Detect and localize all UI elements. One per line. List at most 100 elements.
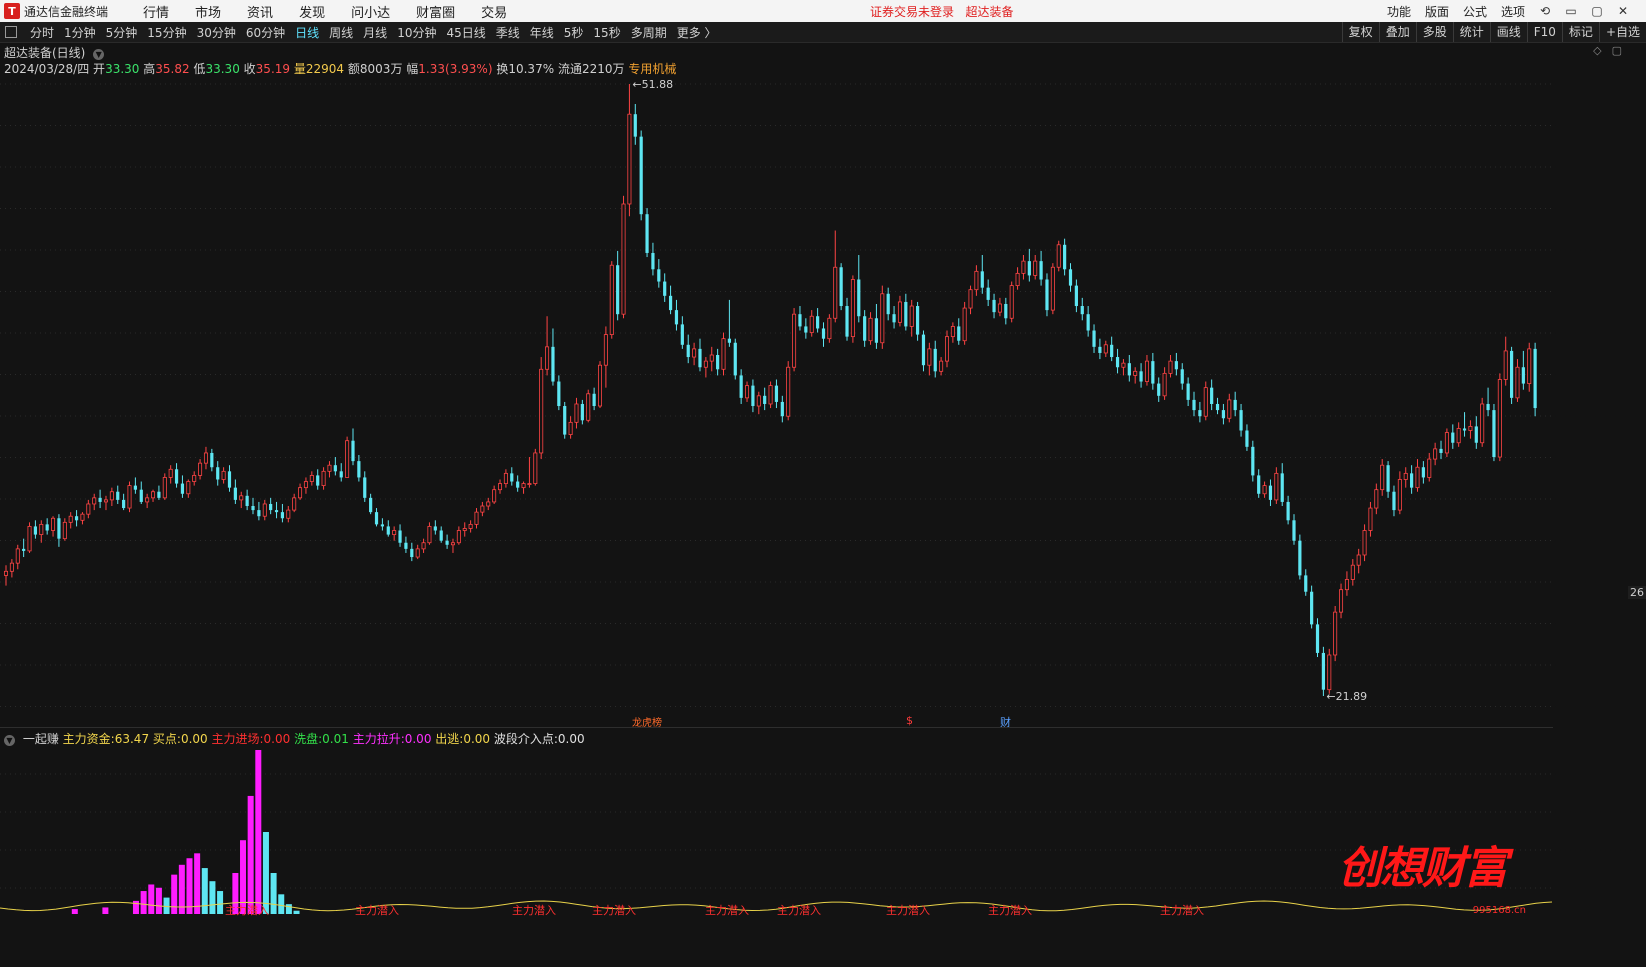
- candle[interactable]: [1245, 424, 1249, 451]
- candle[interactable]: [1274, 467, 1279, 504]
- candle[interactable]: [639, 130, 643, 221]
- candle[interactable]: [1139, 363, 1143, 388]
- period-yearly[interactable]: 年线: [525, 24, 559, 41]
- candle[interactable]: [663, 273, 667, 302]
- candle[interactable]: [703, 357, 708, 378]
- candle[interactable]: [1527, 342, 1532, 392]
- candle[interactable]: [521, 481, 526, 494]
- candle[interactable]: [198, 459, 203, 480]
- candle[interactable]: [74, 510, 79, 527]
- candle[interactable]: [845, 297, 849, 341]
- candle[interactable]: [516, 475, 520, 492]
- candle[interactable]: [1063, 238, 1067, 276]
- period-30min[interactable]: 30分钟: [192, 24, 241, 41]
- candle[interactable]: [4, 565, 9, 586]
- diamond-icon[interactable]: ◇: [1593, 44, 1611, 57]
- candle[interactable]: [616, 250, 620, 321]
- candle[interactable]: [510, 467, 514, 486]
- candle[interactable]: [827, 314, 832, 343]
- candle[interactable]: [498, 479, 503, 494]
- period-15sec[interactable]: 15秒: [588, 24, 625, 41]
- candle[interactable]: [1198, 401, 1202, 423]
- candle[interactable]: [433, 520, 437, 535]
- candle[interactable]: [1298, 534, 1302, 580]
- candle[interactable]: [557, 375, 561, 411]
- period-1min[interactable]: 1分钟: [59, 24, 101, 41]
- candle[interactable]: [374, 508, 379, 527]
- candle[interactable]: [692, 342, 697, 366]
- candle[interactable]: [786, 361, 791, 421]
- candle[interactable]: [1486, 387, 1490, 417]
- menu-faxian[interactable]: 发现: [286, 2, 338, 21]
- candle[interactable]: [98, 489, 102, 509]
- candle[interactable]: [309, 471, 314, 486]
- candle[interactable]: [997, 297, 1002, 317]
- candle[interactable]: [168, 465, 173, 484]
- candle[interactable]: [51, 516, 56, 537]
- candle[interactable]: [92, 493, 97, 511]
- candle[interactable]: [203, 446, 208, 470]
- candle[interactable]: [680, 316, 684, 349]
- candle[interactable]: [716, 348, 720, 376]
- candle[interactable]: [486, 497, 491, 511]
- candle[interactable]: [598, 361, 603, 409]
- candle[interactable]: [122, 493, 126, 511]
- menu-zixun[interactable]: 资讯: [234, 2, 286, 21]
- period-monthly[interactable]: 月线: [358, 24, 392, 41]
- candle[interactable]: [157, 485, 161, 500]
- candle[interactable]: [1444, 428, 1449, 458]
- candle[interactable]: [745, 381, 750, 402]
- indicator-chart[interactable]: 主力潜入 主力潜入 主力潜入 主力潜入 主力潜入 主力潜入 主力潜入 主力潜入 主力潜入: [0, 746, 1553, 918]
- candle[interactable]: [592, 387, 596, 411]
- candle[interactable]: [380, 518, 384, 531]
- chevron-down-icon[interactable]: ▼: [93, 49, 105, 60]
- candle[interactable]: [674, 299, 679, 331]
- candle[interactable]: [421, 538, 426, 553]
- candle[interactable]: [950, 322, 955, 343]
- candle[interactable]: [1368, 501, 1373, 537]
- candle[interactable]: [1497, 373, 1502, 462]
- candle[interactable]: [145, 493, 150, 509]
- candle[interactable]: [904, 293, 908, 331]
- btn-fuquan[interactable]: 复权: [1341, 22, 1379, 42]
- quote-sector[interactable]: 专用机械: [628, 62, 676, 76]
- period-5sec[interactable]: 5秒: [559, 24, 589, 41]
- candle[interactable]: [1304, 569, 1308, 596]
- candle[interactable]: [909, 299, 914, 337]
- candle[interactable]: [139, 481, 143, 504]
- refresh-icon[interactable]: ⟲: [1532, 4, 1558, 18]
- period-15min[interactable]: 15分钟: [142, 24, 191, 41]
- candle[interactable]: [915, 301, 920, 341]
- candle[interactable]: [709, 346, 714, 372]
- candle[interactable]: [627, 84, 632, 217]
- candle[interactable]: [527, 457, 532, 488]
- candle[interactable]: [1050, 263, 1055, 315]
- period-60min[interactable]: 60分钟: [241, 24, 290, 41]
- minimize-icon[interactable]: ▭: [1558, 4, 1584, 18]
- candle[interactable]: [1168, 355, 1173, 378]
- candle[interactable]: [580, 399, 584, 425]
- candle[interactable]: [603, 326, 608, 388]
- period-weekly[interactable]: 周线: [324, 24, 358, 41]
- candle[interactable]: [756, 391, 761, 415]
- candle[interactable]: [410, 542, 414, 562]
- candle[interactable]: [1115, 348, 1120, 374]
- candle[interactable]: [357, 454, 361, 482]
- candle[interactable]: [804, 318, 808, 339]
- period-daily[interactable]: 日线: [290, 24, 324, 41]
- candle[interactable]: [1344, 571, 1349, 596]
- candle[interactable]: [968, 285, 973, 315]
- candle[interactable]: [333, 457, 337, 476]
- candle[interactable]: [1392, 485, 1396, 517]
- menu-gongneng[interactable]: 功能: [1380, 3, 1418, 20]
- candle[interactable]: [1292, 514, 1296, 545]
- close-icon[interactable]: ✕: [1610, 4, 1636, 18]
- candle[interactable]: [657, 259, 661, 288]
- candle[interactable]: [1186, 377, 1190, 407]
- candle[interactable]: [445, 534, 449, 549]
- candle[interactable]: [1098, 338, 1102, 360]
- candle[interactable]: [609, 261, 614, 339]
- candle[interactable]: [303, 477, 308, 494]
- candle[interactable]: [621, 195, 626, 319]
- candle[interactable]: [1350, 559, 1355, 586]
